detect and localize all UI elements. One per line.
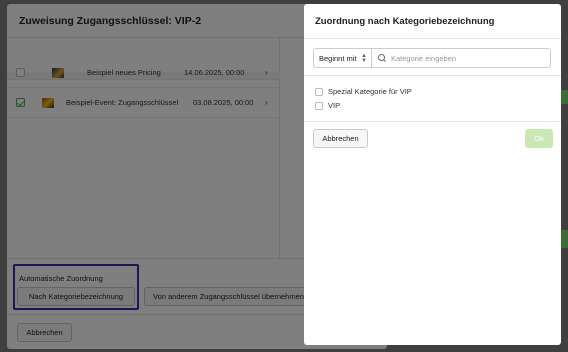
match-mode-select[interactable]: Beginnt mit ▲ ▼ [313,48,372,68]
category-option[interactable]: Spezial Kategorie für VIP [315,87,412,96]
option-label: Spezial Kategorie für VIP [328,87,412,96]
option-label: VIP [328,101,341,110]
category-search[interactable] [372,48,551,68]
category-option[interactable]: VIP [315,101,340,110]
filter-row: Beginnt mit ▲ ▼ [313,48,551,68]
divider [304,75,561,76]
search-icon [378,54,386,62]
option-checkbox[interactable] [315,87,323,96]
panel-title: Zuordnung nach Kategoriebezeichnung [315,15,495,27]
panel-header: Zuordnung nach Kategoriebezeichnung [304,4,561,39]
match-mode-value: Beginnt mit [319,53,357,63]
option-checkbox[interactable] [315,101,323,110]
sort-arrows-icon: ▲ ▼ [361,53,367,64]
ok-button[interactable]: Ok [525,129,553,148]
divider [304,121,561,122]
panel-cancel-button[interactable]: Abbrechen [313,129,368,148]
category-assignment-panel: Zuordnung nach Kategoriebezeichnung Begi… [304,4,561,345]
background-decoration [560,230,568,248]
category-search-input[interactable] [391,53,541,63]
